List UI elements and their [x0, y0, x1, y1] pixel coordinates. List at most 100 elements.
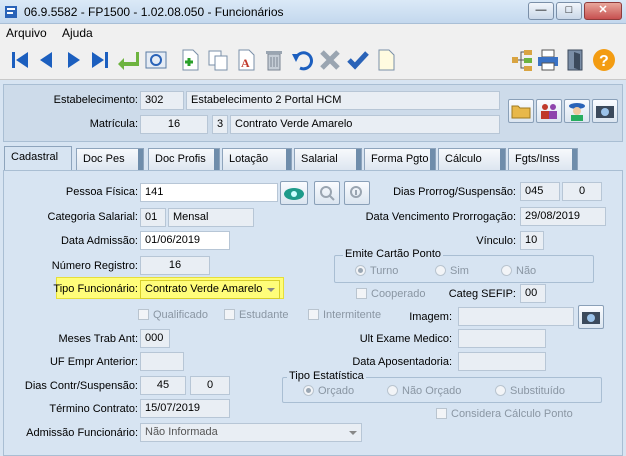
cancel-icon[interactable]: [318, 48, 342, 72]
radio-icon: [495, 385, 506, 396]
delete-icon[interactable]: [262, 48, 286, 72]
new-icon[interactable]: [178, 48, 202, 72]
vinculo-label: Vínculo:: [476, 235, 516, 247]
pessoa-search-button[interactable]: [314, 181, 340, 205]
return-icon[interactable]: [116, 48, 140, 72]
user-hat-button[interactable]: [564, 99, 590, 123]
estudante-text: Estudante: [239, 309, 289, 321]
next-icon[interactable]: [62, 48, 86, 72]
print-icon[interactable]: [536, 48, 560, 72]
intermitente-text: Intermitente: [323, 309, 382, 321]
sefip-field[interactable]: 00: [520, 284, 546, 303]
admissao-field[interactable]: 01/06/2019: [140, 231, 230, 250]
ult-exame-field[interactable]: [458, 329, 546, 348]
search-icon[interactable]: [144, 48, 168, 72]
imagem-field[interactable]: [458, 307, 574, 326]
cooperado-checkbox[interactable]: Cooperado: [356, 288, 425, 300]
admissao-func-select[interactable]: Não Informada: [140, 423, 362, 442]
cooperado-text: Cooperado: [371, 288, 426, 300]
tab-bar: Cadastral Doc Pes Doc Profis Lotação Sal…: [0, 146, 626, 170]
dias-contr-b-field[interactable]: 0: [190, 376, 230, 395]
app-icon: [5, 6, 17, 18]
estudante-checkbox[interactable]: Estudante: [224, 309, 289, 321]
tab-doc-pes[interactable]: Doc Pes: [76, 148, 144, 170]
contrato-code-field[interactable]: 3: [212, 115, 228, 134]
meses-field[interactable]: 000: [140, 329, 170, 348]
menu-arquivo[interactable]: Arquivo: [6, 26, 47, 40]
qualificado-text: Qualificado: [153, 309, 209, 321]
tab-doc-profis[interactable]: Doc Profis: [148, 148, 220, 170]
pessoa-lookup-button[interactable]: [280, 181, 308, 205]
matricula-field[interactable]: 16: [140, 115, 208, 134]
prev-icon[interactable]: [34, 48, 58, 72]
emite-nao-radio[interactable]: Não: [501, 265, 536, 277]
window-title: 06.9.5582 - FP1500 - 1.02.08.050 - Funci…: [24, 5, 284, 19]
tree-icon[interactable]: [510, 48, 534, 72]
maximize-button[interactable]: □: [556, 2, 582, 20]
termino-field[interactable]: 15/07/2019: [140, 399, 230, 418]
emite-nao-text: Não: [516, 265, 537, 277]
emite-sim-radio[interactable]: Sim: [435, 265, 469, 277]
tab-fgts-inss[interactable]: Fgts/Inss: [508, 148, 578, 170]
matricula-label: Matrícula:: [89, 118, 138, 130]
undo-icon[interactable]: [290, 48, 314, 72]
chevron-down-icon: [349, 431, 357, 435]
dias-prorrog-b-field[interactable]: 0: [562, 182, 602, 201]
emite-turno-radio[interactable]: Turno: [355, 265, 398, 277]
tab-lotacao[interactable]: Lotação: [222, 148, 292, 170]
meses-label: Meses Trab Ant:: [58, 333, 138, 345]
radio-icon: [501, 265, 512, 276]
people-icon: [541, 104, 557, 119]
camera-icon: [596, 106, 614, 118]
title-bar: 06.9.5582 - FP1500 - 1.02.08.050 - Funci…: [0, 0, 626, 24]
pessoa-fisica-field[interactable]: 141: [140, 183, 278, 202]
first-icon[interactable]: [8, 48, 32, 72]
radio-selected-icon: [303, 385, 314, 396]
people-button[interactable]: [536, 99, 562, 123]
qualificado-checkbox[interactable]: Qualificado: [138, 309, 208, 321]
tab-salarial[interactable]: Salarial: [294, 148, 362, 170]
aposentadoria-field[interactable]: [458, 352, 546, 371]
checkbox-icon: [436, 408, 447, 419]
dias-contr-a-field[interactable]: 45: [140, 376, 186, 395]
tipo-funcionario-select[interactable]: Contrato Verde Amarelo: [140, 280, 280, 299]
last-icon[interactable]: [88, 48, 112, 72]
tipo-funcionario-label: Tipo Funcionário:: [53, 283, 138, 295]
copy-icon[interactable]: [206, 48, 230, 72]
estabelecimento-code-field[interactable]: 302: [140, 91, 184, 110]
considera-checkbox[interactable]: Considera Cálculo Ponto: [436, 408, 573, 420]
info-icon: [350, 186, 362, 198]
tipo-estatistica-title: Tipo Estatística: [287, 370, 366, 382]
menu-ajuda[interactable]: Ajuda: [62, 26, 93, 40]
exit-icon[interactable]: [564, 48, 588, 72]
intermitente-checkbox[interactable]: Intermitente: [308, 309, 381, 321]
est-orcado-radio[interactable]: Orçado: [303, 385, 354, 397]
categoria-code-field[interactable]: 01: [140, 208, 166, 227]
note-icon[interactable]: [374, 48, 398, 72]
est-nao-orcado-radio[interactable]: Não Orçado: [387, 385, 461, 397]
photo-button[interactable]: [592, 99, 618, 123]
sefip-label: Categ SEFIP:: [448, 288, 516, 300]
est-substituido-radio[interactable]: Substituído: [495, 385, 565, 397]
tab-cadastral[interactable]: Cadastral: [4, 146, 72, 170]
text-icon[interactable]: A: [234, 48, 258, 72]
folder-button[interactable]: [508, 99, 534, 123]
confirm-icon[interactable]: [346, 48, 370, 72]
pessoa-info-button[interactable]: [344, 181, 370, 205]
imagem-button[interactable]: [578, 305, 604, 329]
registro-field[interactable]: 16: [140, 256, 210, 275]
camera-icon: [582, 312, 600, 324]
menu-bar: Arquivo Ajuda: [0, 24, 626, 42]
search-icon: [320, 186, 335, 201]
uf-field[interactable]: [140, 352, 184, 371]
vinculo-field[interactable]: 10: [520, 231, 544, 250]
tab-forma-pgto[interactable]: Forma Pgto: [364, 148, 436, 170]
minimize-button[interactable]: —: [528, 2, 554, 20]
tab-calculo[interactable]: Cálculo: [438, 148, 506, 170]
close-button[interactable]: ✕: [584, 2, 622, 20]
help-icon[interactable]: ?: [592, 48, 616, 72]
admissao-func-label: Admissão Funcionário:: [26, 427, 138, 439]
dias-prorrog-a-field[interactable]: 045: [520, 182, 560, 201]
venc-prorrog-field[interactable]: 29/08/2019: [520, 207, 606, 226]
folder-icon: [511, 105, 531, 119]
